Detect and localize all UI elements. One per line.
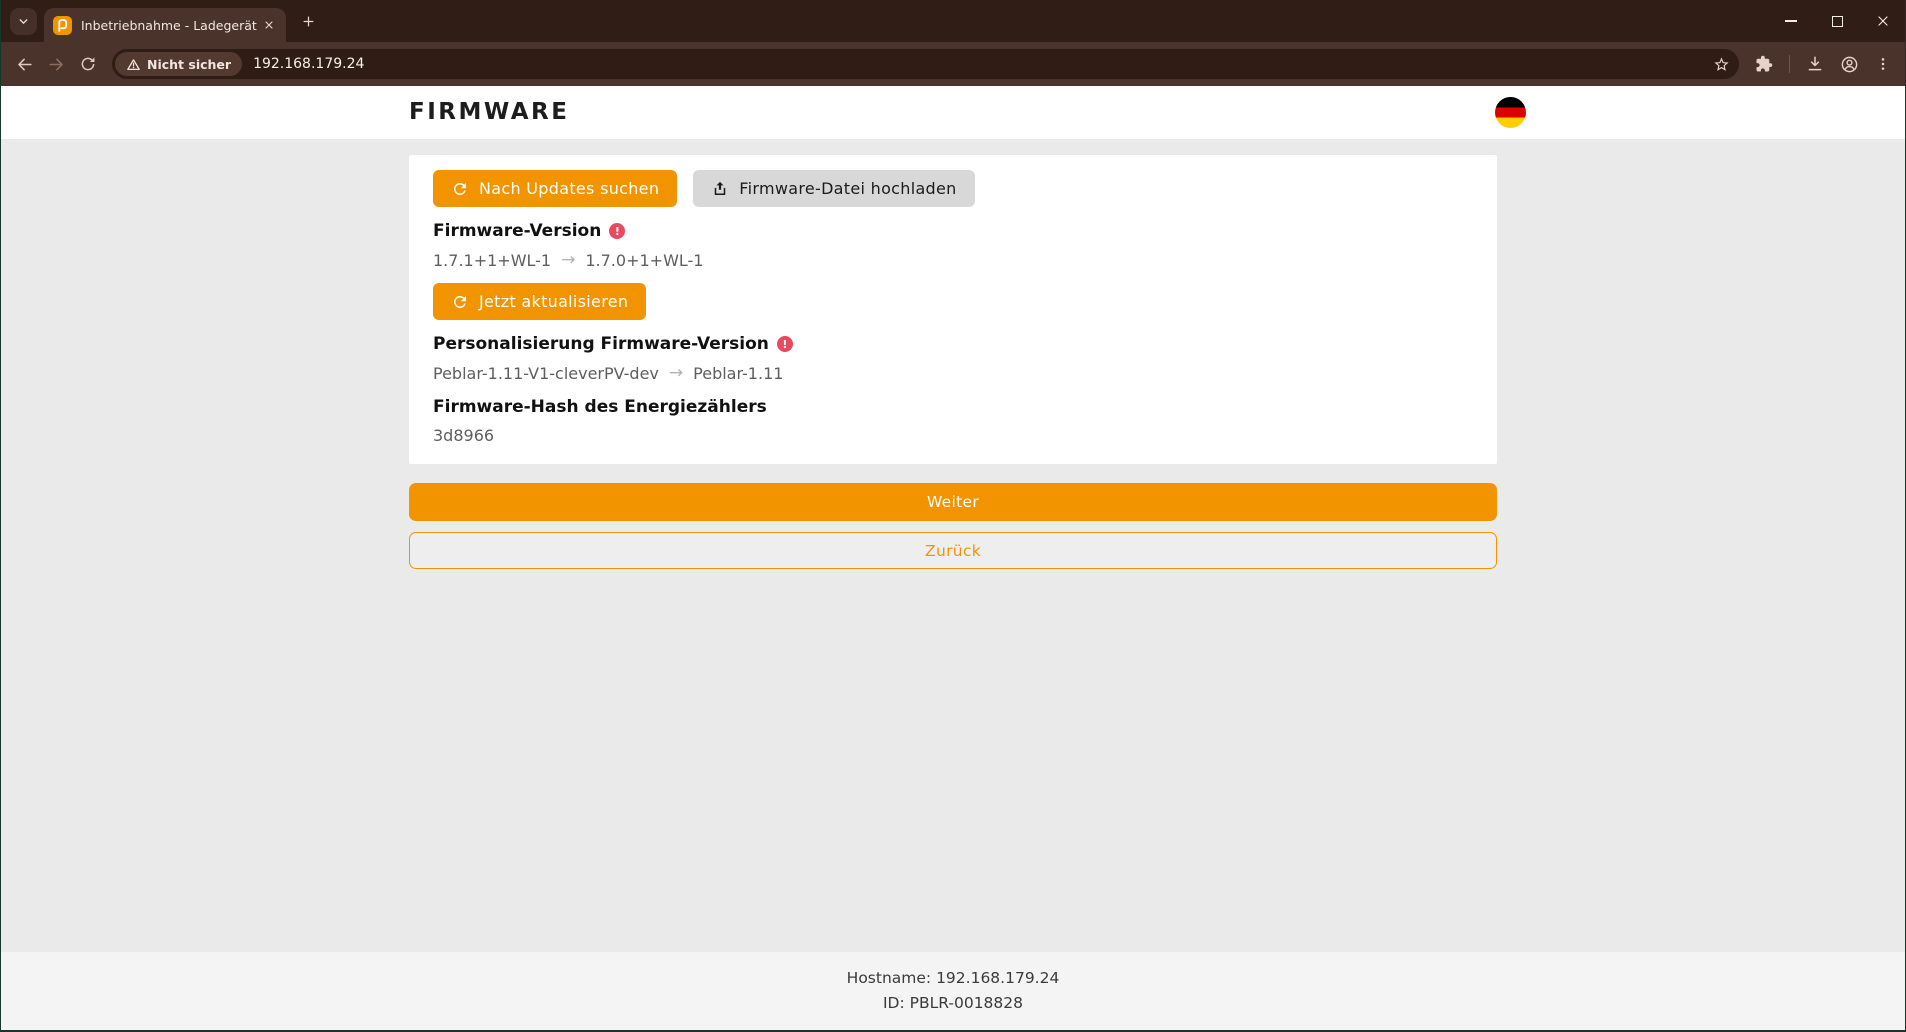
german-flag-icon[interactable]	[1495, 97, 1526, 128]
chevron-down-icon	[17, 15, 30, 28]
firmware-card: Nach Updates suchen Firmware-Datei hochl…	[409, 155, 1497, 464]
footer-device-id: ID: PBLR-0018828	[0, 991, 1906, 1016]
puzzle-icon	[1755, 55, 1773, 73]
page-footer: Hostname: 192.168.179.24 ID: PBLR-001882…	[0, 952, 1906, 1030]
kebab-menu-icon	[1875, 56, 1891, 72]
check-updates-button[interactable]: Nach Updates suchen	[433, 170, 677, 207]
url-text[interactable]: 192.168.179.24	[253, 56, 1709, 72]
security-chip[interactable]: Nicht sicher	[115, 52, 242, 76]
refresh-icon	[451, 180, 469, 198]
personalization-values: Peblar-1.11-V1-cleverPV-dev → Peblar-1.1…	[433, 363, 1473, 383]
update-now-button[interactable]: Jetzt aktualisieren	[433, 283, 646, 320]
arrow-right-icon: →	[561, 250, 575, 270]
window-controls	[1768, 0, 1906, 42]
bookmark-button[interactable]	[1709, 52, 1733, 76]
warning-icon	[126, 57, 141, 72]
minimize-button[interactable]	[1768, 0, 1814, 42]
maximize-icon	[1832, 16, 1843, 27]
profile-button[interactable]	[1834, 49, 1864, 79]
alert-badge-icon: !	[609, 223, 625, 239]
browser-titlebar: Inbetriebnahme - Ladegerät	[0, 0, 1906, 42]
personalization-label: Personalisierung Firmware-Version	[433, 334, 769, 354]
download-icon	[1806, 55, 1824, 73]
alert-badge-icon: !	[777, 336, 793, 352]
close-icon	[263, 19, 275, 31]
reload-button[interactable]	[72, 48, 104, 80]
firmware-version-values: 1.7.1+1+WL-1 → 1.7.0+1+WL-1	[433, 250, 1473, 270]
tab-title: Inbetriebnahme - Ladegerät	[81, 18, 260, 33]
next-button[interactable]: Weiter	[409, 483, 1497, 521]
star-icon	[1713, 56, 1730, 73]
url-bar[interactable]: Nicht sicher 192.168.179.24	[112, 49, 1739, 79]
back-step-button[interactable]: Zurück	[409, 532, 1497, 569]
personalization-current: Peblar-1.11-V1-cleverPV-dev	[433, 364, 659, 383]
page-title: FIRMWARE	[409, 86, 1497, 139]
firmware-version-current: 1.7.1+1+WL-1	[433, 251, 551, 270]
browser-toolbar: Nicht sicher 192.168.179.24	[0, 42, 1906, 86]
downloads-button[interactable]	[1800, 49, 1830, 79]
plus-icon	[301, 14, 316, 29]
menu-button[interactable]	[1868, 49, 1898, 79]
site-favicon-icon	[53, 16, 72, 35]
forward-arrow-icon	[47, 55, 66, 74]
minimize-icon	[1785, 20, 1797, 22]
maximize-button[interactable]	[1814, 0, 1860, 42]
reload-icon	[79, 55, 97, 73]
meter-hash-label-row: Firmware-Hash des Energiezählers	[433, 397, 1473, 417]
meter-hash-label: Firmware-Hash des Energiezählers	[433, 397, 767, 417]
page-header: FIRMWARE	[0, 86, 1906, 139]
extensions-button[interactable]	[1749, 49, 1779, 79]
tab-search-button[interactable]	[10, 8, 37, 35]
personalization-available: Peblar-1.11	[693, 364, 783, 383]
forward-button[interactable]	[40, 48, 72, 80]
browser-tab[interactable]: Inbetriebnahme - Ladegerät	[44, 8, 286, 42]
upload-icon	[711, 180, 729, 198]
back-button[interactable]	[8, 48, 40, 80]
close-window-button[interactable]	[1860, 0, 1906, 42]
footer-hostname: Hostname: 192.168.179.24	[0, 966, 1906, 991]
update-now-label: Jetzt aktualisieren	[479, 292, 628, 311]
meter-hash-value: 3d8966	[433, 426, 1473, 445]
main-content: Nach Updates suchen Firmware-Datei hochl…	[0, 139, 1906, 952]
upload-firmware-button[interactable]: Firmware-Datei hochladen	[693, 170, 974, 207]
firmware-version-label: Firmware-Version	[433, 221, 601, 241]
profile-icon	[1840, 55, 1859, 74]
close-icon	[1876, 14, 1890, 28]
firmware-version-label-row: Firmware-Version !	[433, 221, 1473, 241]
new-tab-button[interactable]	[294, 7, 322, 35]
check-updates-label: Nach Updates suchen	[479, 179, 659, 198]
tab-close-button[interactable]	[260, 16, 278, 34]
back-arrow-icon	[15, 55, 34, 74]
security-label: Nicht sicher	[147, 57, 231, 72]
arrow-right-icon: →	[669, 363, 683, 383]
toolbar-actions	[1749, 49, 1898, 79]
upload-firmware-label: Firmware-Datei hochladen	[739, 179, 956, 198]
firmware-version-available: 1.7.0+1+WL-1	[585, 251, 703, 270]
toolbar-divider	[1789, 55, 1790, 73]
refresh-icon	[451, 293, 469, 311]
personalization-label-row: Personalisierung Firmware-Version !	[433, 334, 1473, 354]
